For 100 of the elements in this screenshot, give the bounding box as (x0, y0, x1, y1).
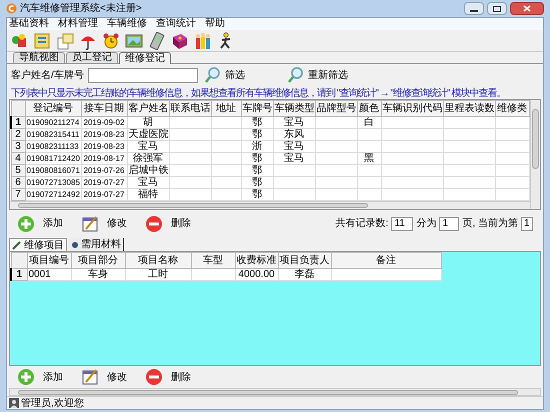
column-header[interactable]: 地址 (211, 100, 241, 116)
app-logo-icon (6, 3, 17, 14)
table-cell: 宝马 (127, 176, 169, 188)
column-header[interactable]: 项目编号 (27, 252, 71, 268)
row-header[interactable]: 2 (11, 128, 25, 140)
column-header[interactable]: 品牌型号 (315, 100, 357, 116)
minus-icon (145, 368, 163, 386)
column-header[interactable]: 维修类 (495, 100, 529, 116)
menu-item[interactable]: 帮助 (205, 18, 225, 30)
page-field[interactable]: 1 (521, 216, 533, 230)
page-field[interactable]: 1 (439, 216, 460, 230)
minimize-button[interactable] (464, 2, 484, 15)
table-cell: 0001 (27, 268, 71, 280)
column-header[interactable]: 备注 (331, 252, 441, 268)
add-button[interactable]: 添加 (17, 368, 63, 386)
row-header[interactable]: 6 (11, 176, 25, 188)
notice-text: 下列表中只显示未完工结账的车辆维修信息，如果想查看所有车辆维修信息，请到 "查询统计" → "维修查询统计" 模块中查看。 (10, 86, 506, 99)
plus-icon (17, 368, 35, 386)
column-header[interactable]: 项目负责人 (278, 252, 331, 268)
table-cell: 浙 (241, 140, 273, 152)
table-cell: 黑 (357, 152, 381, 164)
table-cell: 019082315411 (25, 128, 81, 140)
table-cell: 2019-08-23 (81, 140, 127, 152)
table-cell: 启城中铁 (127, 164, 169, 176)
horizontal-scrollbar[interactable] (10, 201, 530, 209)
maximize-button[interactable] (487, 2, 507, 15)
page-field[interactable]: 11 (391, 216, 414, 230)
table-cell: 东风 (273, 128, 315, 140)
column-header[interactable]: 客户姓名 (127, 100, 169, 116)
menu-item[interactable]: 基础资料 (9, 18, 49, 30)
column-header[interactable]: 登记编号 (25, 100, 81, 116)
delete-button[interactable]: 删除 (145, 368, 191, 386)
alarm-clock-icon[interactable] (102, 32, 120, 50)
add-button[interactable]: 添加 (17, 214, 63, 232)
horizontal-scrollbar[interactable] (9, 388, 541, 396)
table-cell: 宝马 (273, 152, 315, 164)
search-field[interactable] (88, 68, 198, 82)
book-icon[interactable] (170, 32, 188, 50)
menu-item[interactable]: 查询统计 (156, 18, 196, 30)
pencil-icon (12, 240, 22, 250)
row-header[interactable]: 3 (11, 140, 25, 152)
documents-icon[interactable] (56, 32, 74, 50)
column-header[interactable]: 项目部分 (71, 252, 125, 268)
vertical-scrollbar[interactable] (530, 100, 540, 209)
user-icon (9, 398, 19, 408)
menu-item[interactable]: 车辆维修 (107, 18, 147, 30)
edit-button[interactable]: 修改 (81, 368, 127, 386)
table-cell: 李磊 (278, 268, 331, 280)
filter-button[interactable]: 筛选 (202, 66, 247, 84)
table-cell: 鄂 (241, 164, 273, 176)
table-cell: 鄂 (241, 128, 273, 140)
search-label: 客户姓名/车牌号 (11, 68, 84, 82)
table-cell: 2019-07-26 (81, 164, 127, 176)
table-cell: 白 (357, 116, 381, 128)
refilter-button[interactable]: 重新筛选 (284, 66, 350, 84)
sub-tab[interactable]: 需用材料 (69, 238, 124, 251)
column-header[interactable]: 接车日期 (81, 100, 127, 116)
column-header[interactable]: 项目名称 (125, 252, 191, 268)
edit-pad-icon (81, 214, 99, 232)
column-header[interactable]: 里程表读数 (443, 100, 495, 116)
table-cell: 2019-08-23 (81, 128, 127, 140)
close-button[interactable] (510, 2, 544, 15)
row-header[interactable]: 1 (11, 268, 27, 280)
paging-label: 页, 当前为第 (462, 216, 518, 231)
table-cell: 2019-08-17 (81, 152, 127, 164)
people-icon[interactable] (194, 32, 212, 50)
column-header[interactable]: 联系电话 (169, 100, 211, 116)
column-header[interactable]: 颜色 (357, 100, 381, 116)
column-header[interactable]: 收费标准 (235, 252, 278, 268)
row-header[interactable]: 5 (11, 164, 25, 176)
table-cell: 宝马 (273, 116, 315, 128)
row-header[interactable]: 4 (11, 152, 25, 164)
notebook-icon[interactable] (32, 32, 50, 50)
table-cell: 2019-09-02 (81, 116, 127, 128)
column-header[interactable]: 车牌号 (241, 100, 273, 116)
column-header[interactable]: 车型 (191, 252, 235, 268)
edit-pad-icon (81, 368, 99, 386)
table-cell: 车身 (71, 268, 125, 280)
table-cell: 工时 (125, 268, 191, 280)
row-header[interactable]: 1 (11, 116, 25, 128)
picture-frame-icon[interactable] (124, 32, 142, 50)
table-cell: 鄂 (241, 152, 273, 164)
table-cell: 019082311133 (25, 140, 81, 152)
menu-item[interactable]: 材料管理 (58, 18, 98, 30)
tab[interactable]: 导航视图 (13, 52, 65, 63)
tab[interactable]: 维修登记 (119, 52, 171, 64)
edit-button[interactable]: 修改 (81, 214, 127, 232)
tab[interactable]: 员工登记 (66, 52, 118, 63)
close-icon (523, 5, 531, 12)
column-header[interactable]: 车辆识别代码 (381, 100, 443, 116)
sub-tab[interactable]: 维修项目 (9, 238, 67, 251)
table-cell: 宝马 (273, 140, 315, 152)
column-header[interactable]: 车辆类型 (273, 100, 315, 116)
table-cell: 鄂 (241, 176, 273, 188)
table-cell: 4000.00 (235, 268, 278, 280)
row-header[interactable]: 7 (11, 188, 25, 200)
table-cell: 宝马 (127, 140, 169, 152)
shapes-icon[interactable] (10, 32, 28, 50)
search-icon (286, 66, 305, 84)
delete-button[interactable]: 删除 (145, 214, 191, 232)
